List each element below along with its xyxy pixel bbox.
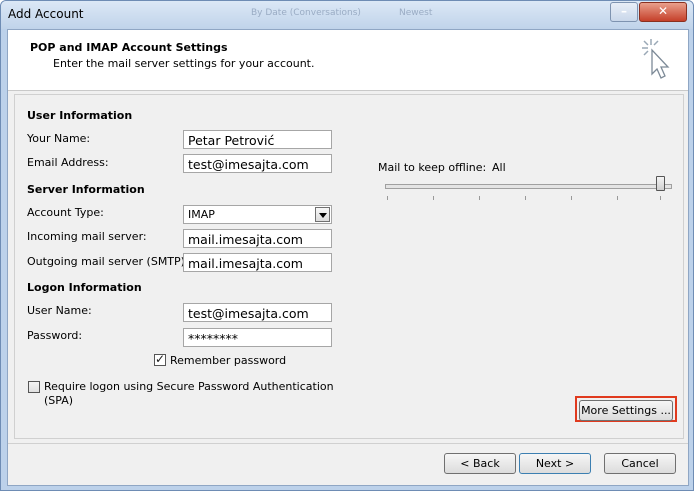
email-field[interactable]: test@imesajta.com <box>183 154 332 173</box>
add-account-dialog: Add Account By Date (Conversations) Newe… <box>0 0 694 491</box>
account-type-label: Account Type: <box>27 206 104 219</box>
user-name-label: User Name: <box>27 304 92 317</box>
account-type-select[interactable]: IMAP <box>183 205 332 224</box>
password-field[interactable]: ******** <box>183 328 332 347</box>
footer-divider <box>8 443 688 444</box>
minimize-button[interactable]: – <box>610 2 638 22</box>
slider-tick <box>479 196 480 200</box>
close-button[interactable]: ✕ <box>639 2 687 22</box>
remember-password-label[interactable]: Remember password <box>170 354 286 367</box>
title-bar: Add Account By Date (Conversations) Newe… <box>1 1 693 29</box>
checkmark-icon: ✓ <box>155 352 166 366</box>
spa-checkbox[interactable] <box>28 381 40 393</box>
password-label: Password: <box>27 329 83 342</box>
offline-label: Mail to keep offline: <box>378 161 487 174</box>
more-settings-button[interactable]: More Settings ... <box>579 400 673 421</box>
chevron-down-icon[interactable] <box>315 207 330 222</box>
background-order-label: Newest <box>399 8 433 18</box>
your-name-label: Your Name: <box>27 132 91 145</box>
background-sort-label: By Date (Conversations) <box>251 8 361 18</box>
account-type-value: IMAP <box>188 208 215 221</box>
offline-slider-thumb[interactable] <box>656 176 665 191</box>
slider-tick <box>617 196 618 200</box>
minimize-icon: – <box>621 4 627 18</box>
server-info-heading: Server Information <box>27 183 145 196</box>
spa-label-continued[interactable]: (SPA) <box>44 394 73 407</box>
close-icon: ✕ <box>657 4 669 18</box>
email-label: Email Address: <box>27 156 109 169</box>
incoming-server-field[interactable]: mail.imesajta.com <box>183 229 332 248</box>
logon-info-heading: Logon Information <box>27 281 142 294</box>
dialog-client-area: POP and IMAP Account Settings Enter the … <box>7 29 689 486</box>
incoming-server-label: Incoming mail server: <box>27 230 147 243</box>
remember-password-checkbox[interactable]: ✓ <box>154 352 166 366</box>
slider-tick <box>433 196 434 200</box>
offline-slider-track[interactable] <box>385 184 672 189</box>
slider-tick <box>387 196 388 200</box>
next-button[interactable]: Next > <box>519 453 591 474</box>
header-title: POP and IMAP Account Settings <box>30 41 228 54</box>
dialog-header: POP and IMAP Account Settings Enter the … <box>8 30 688 91</box>
user-info-heading: User Information <box>27 109 133 122</box>
cursor-click-icon <box>642 39 670 79</box>
slider-tick <box>525 196 526 200</box>
outgoing-server-field[interactable]: mail.imesajta.com <box>183 253 332 272</box>
outgoing-server-label: Outgoing mail server (SMTP): <box>27 255 189 268</box>
slider-tick <box>571 196 572 200</box>
window-title: Add Account <box>8 7 84 21</box>
back-button[interactable]: < Back <box>444 453 516 474</box>
slider-tick <box>660 196 661 200</box>
spa-label[interactable]: Require logon using Secure Password Auth… <box>44 380 334 393</box>
settings-panel: User Information Your Name: Petar Petrov… <box>14 94 684 439</box>
your-name-field[interactable]: Petar Petrović <box>183 130 332 149</box>
offline-value: All <box>492 161 506 174</box>
header-subtitle: Enter the mail server settings for your … <box>53 57 315 70</box>
user-name-field[interactable]: test@imesajta.com <box>183 303 332 322</box>
cancel-button[interactable]: Cancel <box>604 453 676 474</box>
